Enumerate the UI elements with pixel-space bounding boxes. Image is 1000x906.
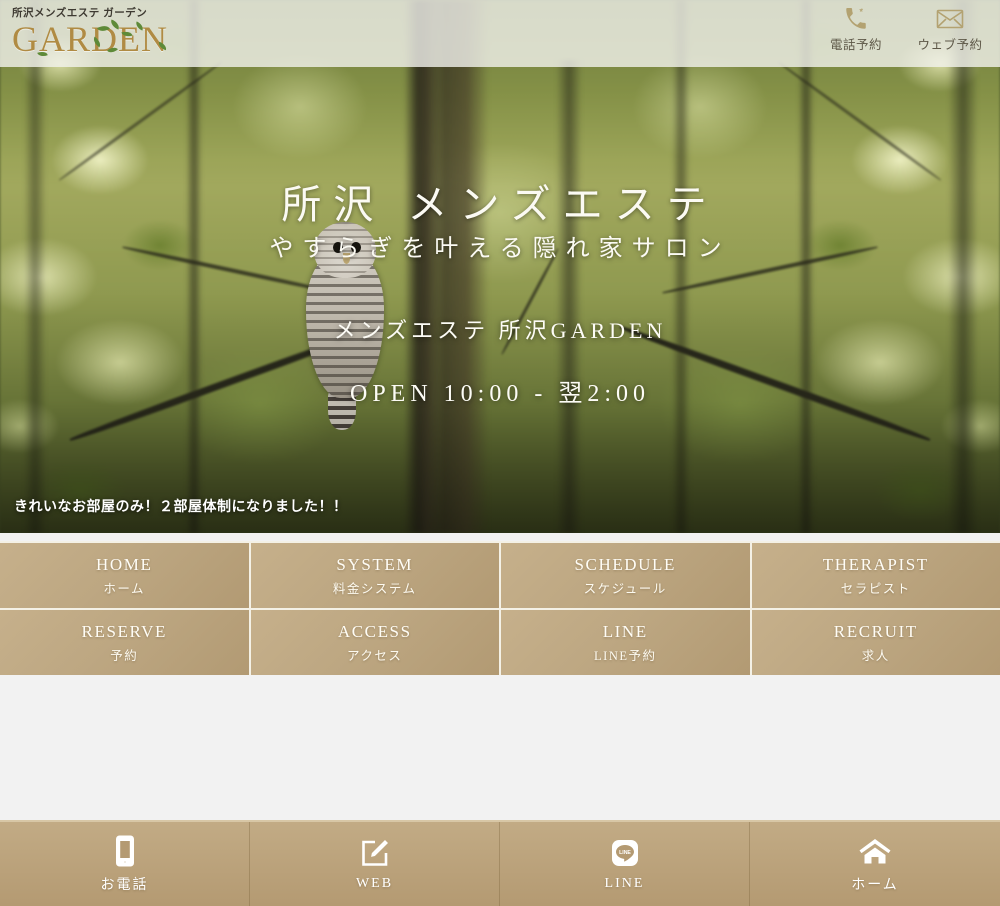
compose-pencil-icon (360, 836, 390, 870)
nav-label-jp: 料金システム (332, 582, 417, 597)
nav-item-recruit[interactable]: RECRUIT 求人 (751, 610, 1000, 675)
nav-item-access[interactable]: ACCESS アクセス (250, 610, 499, 675)
svg-text:LINE: LINE (619, 850, 631, 856)
nav-label-en: SCHEDULE (574, 554, 677, 574)
bottom-label: ホーム (851, 878, 899, 893)
logo-wordmark: GARDEN (12, 19, 168, 59)
hero-subtitle: やすらぎを叶える隠れ家サロン (269, 236, 731, 262)
nav-label-en: LINE (602, 621, 648, 641)
nav-label-jp: LINE予約 (594, 649, 657, 664)
bottom-item-home[interactable]: ホーム (750, 822, 1000, 906)
nav-item-system[interactable]: SYSTEM 料金システム (250, 543, 499, 608)
nav-label-jp: スケジュール (583, 582, 667, 597)
site-header: 所沢メンズエステ ガーデン GARDEN 電話予約 ウェブ予約 (0, 0, 1000, 67)
site-logo[interactable]: 所沢メンズエステ ガーデン GARDEN (12, 5, 168, 59)
logo-kana-text: 所沢メンズエステ ガーデン (12, 7, 148, 19)
nav-label-en: HOME (96, 554, 153, 574)
logo-wordmark-text: GARDEN (12, 19, 168, 59)
bottom-action-bar: お電話 WEB LINE LINE ホーム (0, 820, 1000, 906)
phone-icon (818, 4, 894, 34)
nav-label-en: RESERVE (81, 621, 167, 641)
hero-text-block: 所沢 メンズエステ やすらぎを叶える隠れ家サロン メンズエステ 所沢GARDEN… (0, 0, 1000, 533)
nav-label-en: THERAPIST (822, 554, 929, 574)
nav-item-schedule[interactable]: SCHEDULE スケジュール (501, 543, 750, 608)
news-ticker: きれいなお部屋のみ！２部屋体制になりました！！ (14, 498, 348, 514)
nav-item-line[interactable]: LINE LINE予約 (501, 610, 750, 675)
bottom-item-phone[interactable]: お電話 (0, 822, 250, 906)
main-navigation-grid: HOME ホーム SYSTEM 料金システム SCHEDULE スケジュール T… (0, 541, 1000, 675)
nav-item-home[interactable]: HOME ホーム (0, 543, 249, 608)
header-phone-reservation-button[interactable]: 電話予約 (818, 4, 894, 53)
page-root: 所沢 メンズエステ やすらぎを叶える隠れ家サロン メンズエステ 所沢GARDEN… (0, 0, 1000, 906)
nav-label-en: SYSTEM (336, 554, 414, 574)
nav-item-reserve[interactable]: RESERVE 予約 (0, 610, 249, 675)
nav-label-jp: アクセス (347, 649, 403, 664)
bottom-label: LINE (604, 876, 645, 891)
bottom-label: お電話 (100, 878, 149, 893)
header-actions: 電話予約 ウェブ予約 (818, 4, 988, 53)
envelope-icon (912, 4, 988, 34)
nav-label-jp: ホーム (103, 582, 146, 597)
nav-label-en: RECRUIT (833, 621, 918, 641)
house-icon (858, 834, 892, 868)
header-web-reservation-button[interactable]: ウェブ予約 (912, 4, 988, 53)
bottom-item-line[interactable]: LINE LINE (500, 822, 750, 906)
content-area (0, 677, 1000, 820)
nav-label-en: ACCESS (337, 621, 412, 641)
bottom-item-web[interactable]: WEB (250, 822, 500, 906)
header-web-label: ウェブ予約 (917, 38, 983, 52)
nav-item-therapist[interactable]: THERAPIST セラピスト (751, 543, 1000, 608)
bottom-label: WEB (355, 876, 394, 891)
header-phone-label: 電話予約 (829, 38, 882, 52)
nav-label-jp: セラピスト (840, 582, 911, 597)
line-app-icon: LINE (611, 836, 639, 870)
hero-open-hours: OPEN 10:00 - 翌2:00 (350, 381, 650, 407)
hero-title: 所沢 メンズエステ (281, 182, 719, 227)
hero-shop-name: メンズエステ 所沢GARDEN (333, 318, 667, 343)
nav-label-jp: 求人 (861, 649, 890, 664)
smartphone-icon (115, 834, 135, 868)
nav-label-jp: 予約 (110, 649, 139, 664)
